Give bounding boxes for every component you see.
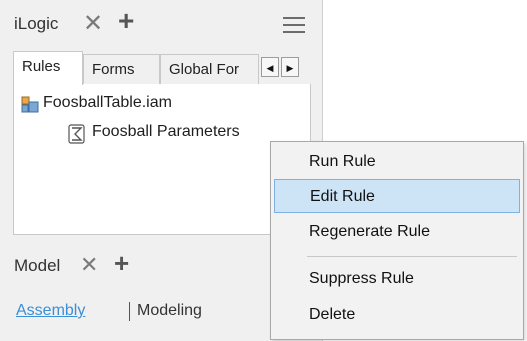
tab-global-forms[interactable]: Global For bbox=[160, 54, 259, 84]
close-icon[interactable]: ✕ bbox=[83, 9, 103, 38]
tab-scroll-right-icon[interactable]: ▶ bbox=[281, 57, 299, 77]
assembly-name: FoosballTable.iam bbox=[43, 94, 172, 111]
model-panel-title: Model bbox=[14, 256, 61, 275]
menu-item-delete[interactable]: Delete bbox=[274, 298, 520, 332]
ilogic-tab-strip: Rules Forms Global For ◀ ▶ bbox=[13, 51, 309, 85]
ilogic-panel-title: iLogic bbox=[14, 14, 59, 33]
add-panel-icon[interactable]: + bbox=[118, 7, 134, 35]
rules-tree: FoosballTable.iam Foosball Parameters bbox=[13, 84, 311, 235]
model-close-icon[interactable]: ✕ bbox=[80, 252, 98, 278]
link-separator bbox=[129, 302, 130, 321]
rule-icon bbox=[67, 124, 87, 149]
model-add-panel-icon[interactable]: + bbox=[114, 250, 129, 276]
menu-separator bbox=[307, 256, 517, 257]
modeling-link[interactable]: Modeling bbox=[137, 302, 202, 320]
tab-rules[interactable]: Rules bbox=[13, 51, 83, 85]
menu-item-regenerate-rule[interactable]: Regenerate Rule bbox=[274, 215, 520, 249]
context-menu: Run Rule Edit Rule Regenerate Rule Suppr… bbox=[270, 141, 524, 340]
assembly-link[interactable]: Assembly bbox=[16, 302, 85, 320]
hamburger-menu-icon[interactable] bbox=[283, 17, 305, 38]
menu-item-edit-rule[interactable]: Edit Rule bbox=[274, 179, 520, 213]
tab-scroll-left-icon[interactable]: ◀ bbox=[261, 57, 279, 77]
ilogic-title-bar: iLogic ✕ + bbox=[0, 0, 322, 48]
rule-name: Foosball Parameters bbox=[92, 123, 240, 140]
tab-forms[interactable]: Forms bbox=[83, 54, 160, 84]
menu-item-suppress-rule[interactable]: Suppress Rule bbox=[274, 262, 520, 296]
tree-item-assembly[interactable]: FoosballTable.iam bbox=[14, 94, 304, 116]
assembly-icon bbox=[21, 95, 40, 119]
menu-item-run-rule[interactable]: Run Rule bbox=[274, 145, 520, 179]
